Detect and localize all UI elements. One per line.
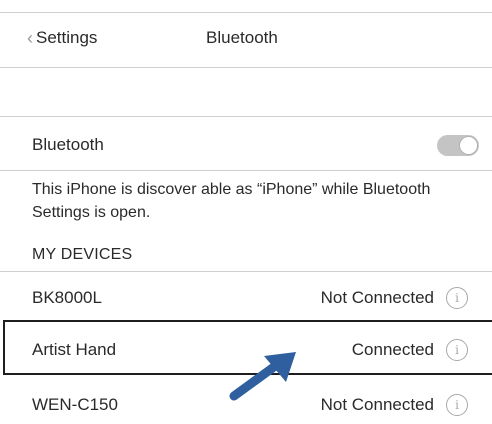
device-status: Not Connected: [320, 288, 434, 307]
discoverable-description: This iPhone is discover able as “iPhone”…: [32, 181, 431, 221]
device-status: Not Connected: [320, 395, 434, 414]
bluetooth-toggle[interactable]: [437, 135, 479, 156]
arrow-annotation: [229, 352, 296, 401]
divider: [0, 170, 492, 171]
page-title: Bluetooth: [206, 28, 278, 47]
device-name: WEN-C150: [32, 395, 118, 414]
bluetooth-settings-screen: ‹ Settings Bluetooth Bluetooth This iPho…: [0, 0, 492, 424]
info-circle-icon[interactable]: i: [446, 287, 468, 309]
divider: [0, 12, 492, 13]
section-header-my-devices: MY DEVICES: [32, 246, 133, 263]
back-label: Settings: [36, 28, 98, 47]
divider: [0, 67, 492, 68]
toggle-knob: [459, 136, 478, 155]
chevron-left-icon: ‹: [27, 28, 33, 48]
back-button[interactable]: ‹ Settings: [27, 26, 97, 50]
divider: [0, 116, 492, 117]
device-name: BK8000L: [32, 288, 102, 307]
divider: [0, 271, 492, 272]
device-status: Connected: [351, 340, 434, 359]
bluetooth-label: Bluetooth: [32, 135, 104, 154]
info-circle-icon[interactable]: i: [446, 339, 468, 361]
info-circle-icon[interactable]: i: [446, 394, 468, 416]
device-name: Artist Hand: [32, 340, 117, 359]
